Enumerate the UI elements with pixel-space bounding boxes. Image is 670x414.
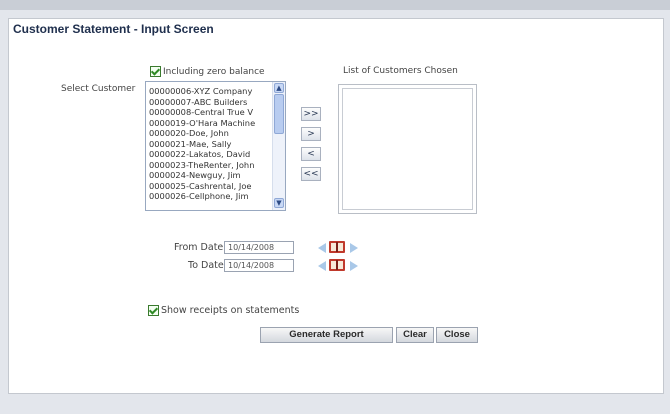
to-date-calendar-button[interactable]	[318, 259, 358, 271]
move-all-right-button[interactable]: >>	[301, 107, 321, 121]
customer-list-item[interactable]: 00000007-ABC Builders	[149, 97, 271, 108]
move-right-button[interactable]: >	[301, 127, 321, 141]
customer-list-item[interactable]: 0000025-Cashrental, Joe	[149, 181, 271, 192]
scroll-thumb[interactable]	[274, 94, 284, 134]
top-banner	[0, 0, 670, 10]
from-date-calendar-button[interactable]	[318, 241, 358, 253]
from-date-input[interactable]: 10/14/2008	[224, 241, 294, 254]
checkbox-checked-icon[interactable]	[150, 66, 161, 77]
scroll-up-icon[interactable]: ▲	[274, 83, 284, 93]
prev-arrow-icon[interactable]	[318, 243, 326, 253]
chosen-customers-listbox[interactable]	[338, 84, 477, 214]
customer-list-item[interactable]: 0000026-Cellphone, Jim	[149, 191, 271, 202]
zero-balance-label: Including zero balance	[163, 67, 265, 77]
next-arrow-icon[interactable]	[350, 261, 358, 271]
listbox-scrollbar[interactable]: ▲ ▼	[272, 82, 285, 210]
show-receipts-option[interactable]: Show receipts on statements	[148, 305, 299, 316]
generate-report-button[interactable]: Generate Report	[260, 327, 393, 343]
show-receipts-label: Show receipts on statements	[161, 305, 300, 316]
customer-list-item[interactable]: 0000020-Doe, John	[149, 128, 271, 139]
select-customer-label: Select Customer	[61, 84, 136, 94]
customer-list-item[interactable]: 0000022-Lakatos, David	[149, 149, 271, 160]
move-all-left-button[interactable]: <<	[301, 167, 321, 181]
move-left-button[interactable]: <	[301, 147, 321, 161]
clear-button[interactable]: Clear	[396, 327, 434, 343]
checkbox-checked-icon[interactable]	[148, 305, 159, 316]
chosen-list-label: List of Customers Chosen	[343, 66, 458, 76]
close-button[interactable]: Close	[436, 327, 478, 343]
prev-arrow-icon[interactable]	[318, 261, 326, 271]
calendar-icon[interactable]	[329, 259, 345, 271]
to-date-input[interactable]: 10/14/2008	[224, 259, 294, 272]
customer-list-item[interactable]: 00000008-Central True V	[149, 107, 271, 118]
customer-list-item[interactable]: 0000024-Newguy, Jim	[149, 170, 271, 181]
customer-list-item[interactable]: 0000019-O'Hara Machine	[149, 118, 271, 129]
customer-listbox[interactable]: 00000006-XYZ Company 00000007-ABC Builder…	[145, 81, 286, 211]
calendar-icon[interactable]	[329, 241, 345, 253]
from-date-label: From Date :	[174, 242, 230, 253]
customer-list-item[interactable]: 00000006-XYZ Company	[149, 86, 271, 97]
customer-list-items: 00000006-XYZ Company 00000007-ABC Builder…	[149, 86, 271, 202]
next-arrow-icon[interactable]	[350, 243, 358, 253]
chosen-list-area	[342, 88, 473, 210]
customer-list-item[interactable]: 0000023-TheRenter, John	[149, 160, 271, 171]
zero-balance-option[interactable]: Including zero balance	[150, 66, 265, 77]
page-title: Customer Statement - Input Screen	[13, 22, 214, 36]
scroll-down-icon[interactable]: ▼	[274, 198, 284, 208]
customer-list-item[interactable]: 0000021-Mae, Sally	[149, 139, 271, 150]
